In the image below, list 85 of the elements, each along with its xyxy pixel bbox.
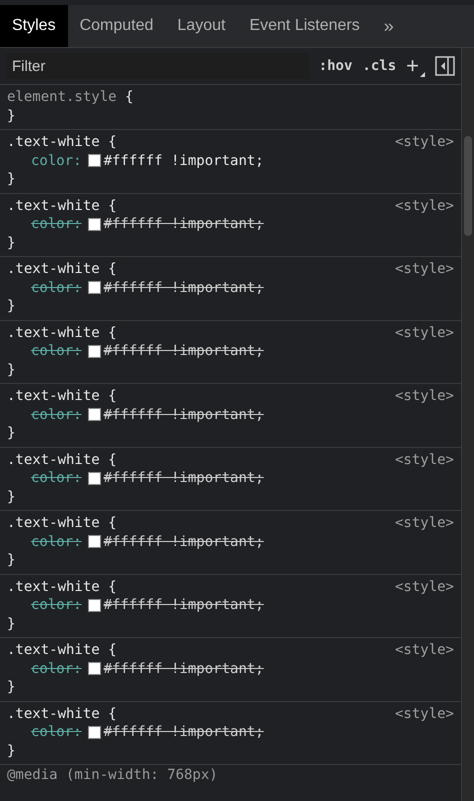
rule-selector: .text-white bbox=[7, 514, 100, 532]
close-brace: } bbox=[7, 551, 16, 570]
media-query: @media (min-width: 768px) bbox=[6, 766, 219, 785]
close-brace: } bbox=[7, 678, 16, 696]
close-brace: } bbox=[7, 234, 16, 252]
close-brace: } bbox=[7, 488, 16, 506]
color-swatch[interactable] bbox=[88, 726, 101, 739]
panel-tab[interactable]: Layout bbox=[165, 5, 238, 47]
source-link[interactable]: <style> bbox=[394, 324, 454, 342]
open-brace: { bbox=[107, 514, 117, 532]
property-value: #ffffff !important; bbox=[104, 660, 264, 678]
sidebar-toggle-icon[interactable] bbox=[435, 56, 455, 76]
open-brace: { bbox=[107, 196, 117, 215]
source-link[interactable]: <style> bbox=[394, 260, 454, 278]
rule-selector: .text-white bbox=[7, 196, 100, 215]
property-name: color: bbox=[31, 723, 82, 742]
open-brace: { bbox=[107, 260, 117, 278]
rule-selector: .text-white bbox=[7, 133, 100, 152]
hover-state-toggle[interactable]: :hov bbox=[318, 58, 352, 74]
color-swatch[interactable] bbox=[88, 344, 101, 358]
property-value: #ffffff !important; bbox=[104, 342, 264, 360]
rule-selector: .text-white bbox=[7, 260, 100, 278]
color-swatch[interactable] bbox=[88, 281, 101, 294]
property-name: color: bbox=[31, 469, 82, 488]
close-brace: } bbox=[7, 297, 16, 316]
rule-selector: element.style bbox=[7, 88, 117, 106]
rule-selector: .text-white bbox=[7, 324, 100, 342]
filter-field[interactable]: Filter bbox=[6, 53, 309, 79]
property-value: #ffffff !important; bbox=[104, 406, 264, 424]
close-brace: } bbox=[7, 106, 16, 125]
source-link[interactable]: <style> bbox=[394, 704, 454, 723]
source-link[interactable]: <style> bbox=[394, 450, 454, 469]
open-brace: { bbox=[107, 641, 117, 660]
color-swatch[interactable] bbox=[88, 662, 101, 676]
open-brace: { bbox=[107, 324, 117, 342]
source-link[interactable]: <style> bbox=[394, 578, 454, 596]
property-name: color: bbox=[31, 596, 82, 614]
property-name: color: bbox=[31, 278, 82, 297]
open-brace: { bbox=[107, 704, 117, 723]
color-swatch[interactable] bbox=[88, 154, 101, 168]
panel-tab[interactable]: Styles bbox=[0, 5, 68, 47]
more-tabs-button[interactable]: » bbox=[372, 5, 406, 47]
property-value: #ffffff !important; bbox=[104, 215, 264, 234]
new-rule-button[interactable]: + bbox=[406, 53, 425, 79]
color-swatch[interactable] bbox=[88, 535, 101, 548]
property-name: color: bbox=[31, 152, 82, 170]
close-brace: } bbox=[7, 742, 16, 760]
close-brace: } bbox=[7, 360, 16, 379]
rule-selector: .text-white bbox=[7, 704, 100, 723]
source-link[interactable]: <style> bbox=[394, 196, 454, 215]
panel-tab[interactable]: Computed bbox=[68, 5, 166, 47]
color-swatch[interactable] bbox=[88, 598, 101, 612]
property-value: #ffffff !important; bbox=[104, 532, 264, 551]
panel-tab[interactable]: Event Listeners bbox=[237, 5, 372, 47]
property-value: #ffffff !important; bbox=[104, 469, 264, 488]
property-name: color: bbox=[31, 342, 82, 360]
rule-selector: .text-white bbox=[7, 387, 100, 406]
color-swatch[interactable] bbox=[88, 218, 101, 231]
rule-selector: .text-white bbox=[7, 450, 100, 469]
color-swatch[interactable] bbox=[88, 408, 101, 422]
property-value: #ffffff !important; bbox=[104, 723, 264, 742]
open-brace: { bbox=[107, 450, 117, 469]
open-brace: { bbox=[124, 88, 134, 106]
property-value: #ffffff !important; bbox=[104, 152, 264, 170]
close-brace: } bbox=[7, 170, 16, 188]
color-swatch[interactable] bbox=[88, 472, 101, 485]
corner-triangle-icon bbox=[420, 72, 425, 77]
open-brace: { bbox=[107, 387, 117, 406]
rule-selector: .text-white bbox=[7, 578, 100, 596]
source-link[interactable]: <style> bbox=[394, 641, 454, 660]
close-brace: } bbox=[7, 614, 16, 633]
source-link[interactable]: <style> bbox=[394, 387, 454, 406]
source-link[interactable]: <style> bbox=[394, 514, 454, 532]
property-name: color: bbox=[31, 406, 82, 424]
property-value: #ffffff !important; bbox=[104, 278, 264, 297]
source-link[interactable]: <style> bbox=[394, 133, 454, 152]
property-name: color: bbox=[31, 660, 82, 678]
close-brace: } bbox=[7, 424, 16, 442]
property-name: color: bbox=[31, 215, 82, 234]
open-brace: { bbox=[107, 133, 117, 152]
open-brace: { bbox=[107, 578, 117, 596]
class-toggle[interactable]: .cls bbox=[362, 58, 396, 74]
property-name: color: bbox=[31, 532, 82, 551]
property-value: #ffffff !important; bbox=[104, 596, 264, 614]
rule-selector: .text-white bbox=[7, 641, 100, 660]
